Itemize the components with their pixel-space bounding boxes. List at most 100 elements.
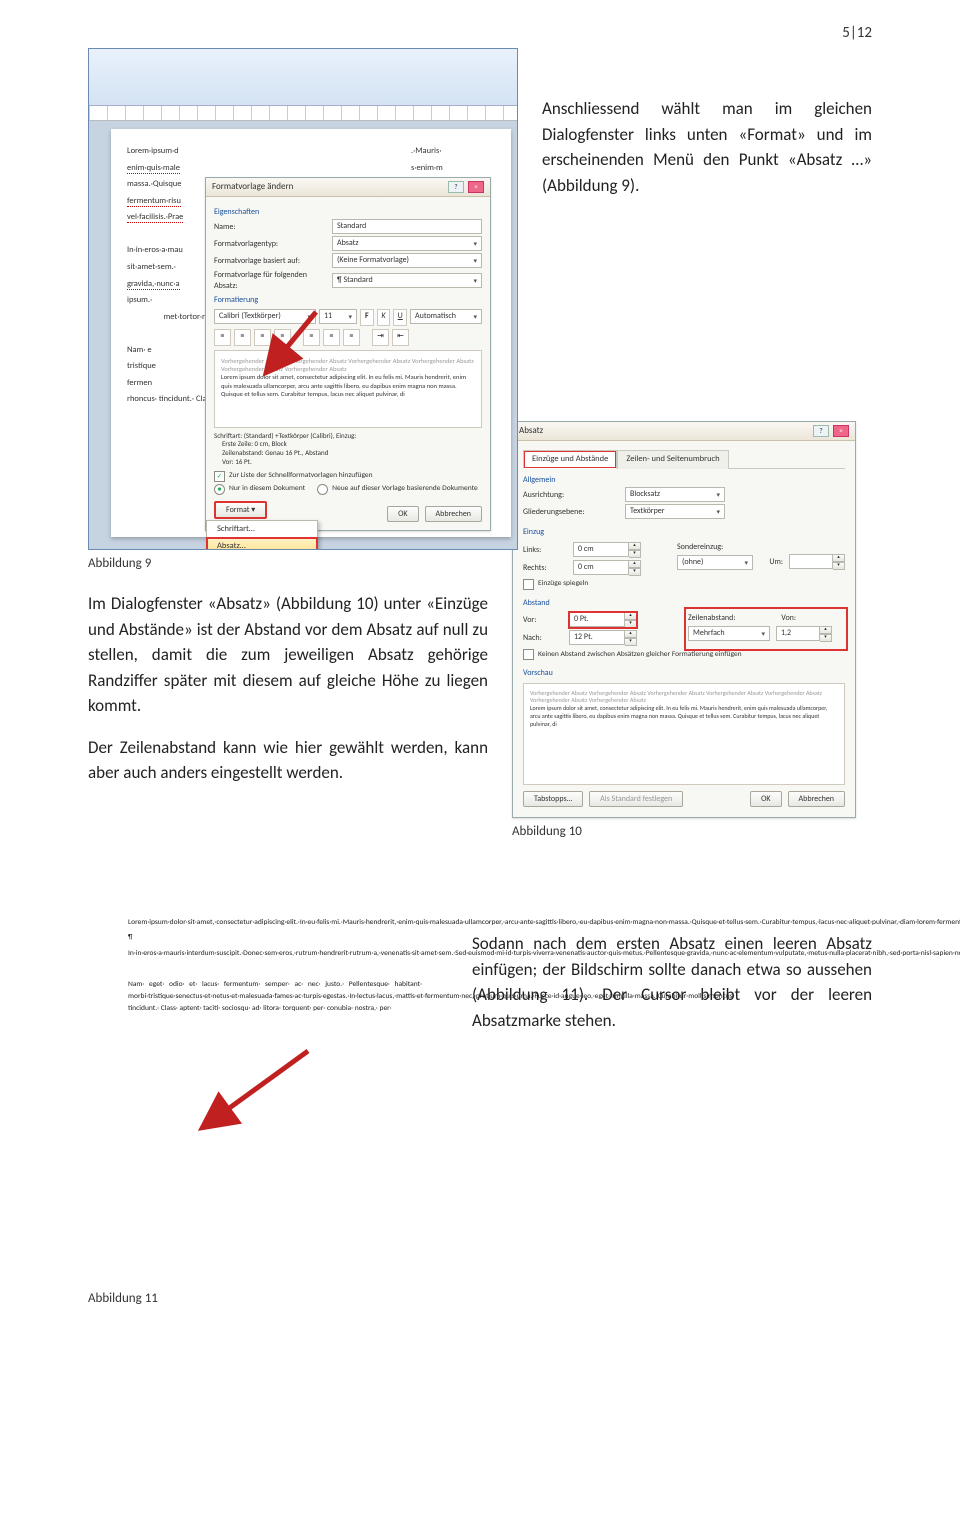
field-label: Sondereinzug: [677, 542, 747, 552]
body-paragraph: Anschliessend wählt man im gleichen Dial… [542, 96, 872, 198]
line-spacing-icon[interactable]: ≡ [323, 329, 340, 346]
ok-button[interactable]: OK [387, 506, 418, 522]
underline-button[interactable]: U [393, 309, 407, 326]
figure-10: Absatz ? × Einzüge und Abstände Zeilen- … [512, 421, 856, 818]
space-before-input[interactable]: 0 Pt.▴▾ [569, 612, 637, 628]
special-indent-select[interactable]: (ohne)▾ [677, 555, 753, 570]
field-label: Vor: [523, 615, 563, 625]
tab-indents-spacing[interactable]: Einzüge und Abstände [523, 450, 617, 469]
line-spacing-select[interactable]: Mehrfach▾ [688, 626, 770, 641]
body-paragraph: Der Zeilenabstand kann wie hier gewählt … [88, 735, 488, 786]
doc-text: Nam· eget· odio· et· lacus· fermentum· s… [128, 979, 422, 1016]
cancel-button[interactable]: Abbrechen [788, 791, 845, 807]
ruler [89, 106, 517, 121]
align-left-icon[interactable]: ≡ [214, 329, 231, 346]
line-spacing-at-input[interactable]: 1,2▴▾ [776, 626, 832, 642]
preview: Vorhergehender Absatz Vorhergehender Abs… [214, 350, 482, 428]
format-menu: Schriftart… Absatz… Tabstopp… Rahmen… Sp… [206, 520, 318, 550]
mirror-indents-checkbox[interactable]: Einzüge spiegeln [523, 579, 845, 590]
menu-item-paragraph[interactable]: Absatz… [207, 538, 317, 550]
doc-text: ipsum.· [127, 295, 152, 305]
section-label: Eigenschaften [214, 207, 482, 217]
format-button[interactable]: Format ▾ [214, 501, 267, 519]
figure-9: Lorem·ipsum·d enim·quis·male massa.·Quis… [88, 48, 518, 550]
figure-11: Lorem·ipsum·dolor·sit·amet,·consectetur·… [88, 895, 448, 1285]
new-documents-radio[interactable]: Neue auf dieser Vorlage basierende Dokum… [317, 484, 478, 495]
align-justify-icon[interactable]: ≡ [274, 329, 291, 346]
close-button[interactable]: × [468, 181, 484, 193]
section-label: Einzug [523, 527, 845, 537]
set-default-button[interactable]: Als Standard festlegen [589, 791, 683, 807]
font-size-select[interactable]: 11▾ [319, 309, 357, 324]
preview: Vorhergehender Absatz Vorhergehender Abs… [523, 683, 845, 785]
tab-line-page-breaks[interactable]: Zeilen- und Seitenumbruch [617, 450, 728, 469]
alignment-select[interactable]: Blocksatz▾ [625, 487, 725, 502]
body-paragraph: Im Dialogfenster «Absatz» (Abbildung 10)… [88, 591, 488, 719]
tabs-button[interactable]: Tabstopps… [523, 791, 583, 807]
doc-text: .·Mauris· [411, 146, 441, 156]
section-label: Vorschau [523, 668, 845, 678]
italic-button[interactable]: K [377, 309, 391, 326]
field-label: Von: [768, 613, 796, 623]
figure-caption: Abbildung 10 [512, 824, 856, 839]
section-label: Abstand [523, 598, 845, 608]
ribbon [89, 49, 517, 106]
type-select[interactable]: Absatz▾ [332, 236, 482, 251]
doc-text: sit·amet·sem.· [127, 262, 176, 272]
word-window: Lorem·ipsum·d enim·quis·male massa.·Quis… [88, 48, 518, 550]
font-select[interactable]: Calibri (Textkörper)▾ [214, 309, 316, 324]
style-summary: Schriftart: (Standard) +Textkörper (Cali… [214, 432, 482, 467]
field-label: Um: [759, 557, 783, 567]
doc-text: vel·facilisis.·Prae [127, 212, 183, 223]
field-label: Rechts: [523, 563, 567, 573]
indent-left-input[interactable]: 0 cm▴▾ [573, 542, 641, 558]
doc-text: In·in·eros·a·mau [127, 245, 183, 255]
space-after-input[interactable]: 12 Pt.▴▾ [569, 630, 637, 646]
field-label: Nach: [523, 633, 563, 643]
no-space-same-style-checkbox[interactable]: Keinen Abstand zwischen Absätzen gleiche… [523, 649, 845, 660]
doc-text: gravida,·nunc·a [127, 279, 180, 290]
name-input[interactable]: Standard [332, 219, 482, 234]
this-document-radio[interactable]: ●Nur in diesem Dokument [214, 484, 305, 495]
menu-item-font[interactable]: Schriftart… [207, 521, 317, 538]
outline-level-select[interactable]: Textkörper▾ [625, 504, 725, 519]
field-label: Ausrichtung: [523, 490, 619, 500]
based-on-select[interactable]: (Keine Formatvorlage)▾ [332, 253, 482, 268]
line-spacing-icon[interactable]: ≡ [343, 329, 360, 346]
cancel-button[interactable]: Abbrechen [425, 506, 482, 522]
field-label: Formatvorlage basiert auf: [214, 256, 326, 266]
bold-button[interactable]: F [360, 309, 374, 326]
doc-text: Lorem·ipsum·dolor·sit·amet,·consectetur·… [128, 917, 422, 929]
indent-by-input[interactable]: ▴▾ [789, 554, 845, 570]
doc-text: massa.·Quisque [127, 179, 182, 189]
word-window: Lorem·ipsum·dolor·sit·amet,·consectetur·… [88, 895, 448, 1285]
field-label: Name: [214, 222, 326, 232]
field-label: Gliederungsebene: [523, 507, 619, 517]
field-label: Links: [523, 545, 567, 555]
doc-text: fermentum·risu [127, 196, 181, 207]
align-right-icon[interactable]: ≡ [254, 329, 271, 346]
ok-button[interactable]: OK [750, 791, 781, 807]
indent-icon[interactable]: ⇥ [372, 329, 389, 346]
field-label: Formatvorlage für folgenden Absatz: [214, 270, 326, 291]
help-button[interactable]: ? [813, 425, 829, 437]
doc-text: s·enim·m [411, 163, 443, 173]
dialog-title: Formatvorlage ändern [212, 181, 293, 193]
doc-text: Lorem·ipsum·d [127, 146, 179, 156]
indent-right-input[interactable]: 0 cm▴▾ [573, 560, 641, 576]
document-page: Lorem·ipsum·dolor·sit·amet,·consectetur·… [106, 901, 444, 1253]
close-button[interactable]: × [833, 425, 849, 437]
color-select[interactable]: Automatisch▾ [410, 309, 482, 324]
next-style-select[interactable]: ¶ Standard▾ [332, 273, 482, 288]
align-center-icon[interactable]: ≡ [234, 329, 251, 346]
field-label: Zeilenabstand: [688, 613, 762, 623]
dialog-title: Absatz [519, 425, 543, 437]
add-to-quickstyles-checkbox[interactable]: ✓Zur Liste der Schnellformatvorlagen hin… [214, 471, 482, 482]
help-button[interactable]: ? [448, 181, 464, 193]
outdent-icon[interactable]: ⇤ [392, 329, 409, 346]
field-label: Formatvorlagentyp: [214, 239, 326, 249]
doc-text: ¶ [128, 932, 422, 944]
line-spacing-icon[interactable]: ≡ [303, 329, 320, 346]
modify-style-dialog: Formatvorlage ändern ? × Eigenschaften N… [205, 177, 491, 531]
page-number: 5|12 [842, 24, 872, 42]
